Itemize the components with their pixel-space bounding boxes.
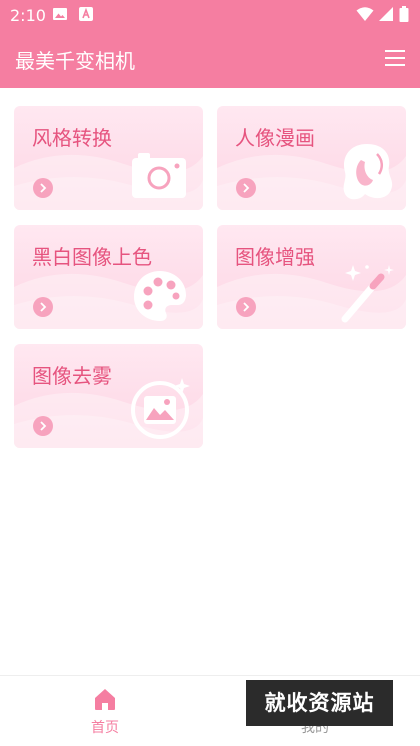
screen: 2:10 最美千变相机 风格转换 人像漫画 黑白图像上色 图像增强 图像去雾 首… <box>0 0 420 746</box>
card-label: 人像漫画 <box>235 126 315 150</box>
card-portrait-comic[interactable]: 人像漫画 <box>217 106 406 210</box>
wifi-icon <box>356 6 374 22</box>
chevron-right-icon <box>40 421 47 431</box>
watermark: 就收资源站 <box>246 680 393 726</box>
portrait-hair-icon <box>343 144 393 200</box>
card-arrow-button[interactable] <box>33 178 53 198</box>
chevron-right-icon <box>243 183 250 193</box>
nav-home-label: 首页 <box>91 720 119 736</box>
card-style-transfer[interactable]: 风格转换 <box>14 106 203 210</box>
hamburger-menu-icon <box>385 50 405 66</box>
signal-icon <box>378 6 394 22</box>
card-arrow-button[interactable] <box>236 297 256 317</box>
status-time: 2:10 <box>10 6 46 25</box>
card-dehaze[interactable]: 图像去雾 <box>14 344 203 448</box>
card-label: 风格转换 <box>32 126 112 150</box>
card-label: 图像去雾 <box>32 364 112 388</box>
magic-wand-icon <box>341 265 394 323</box>
card-colorize[interactable]: 黑白图像上色 <box>14 225 203 329</box>
status-bar: 2:10 <box>0 0 420 30</box>
card-arrow-button[interactable] <box>33 416 53 436</box>
app-title: 最美千变相机 <box>15 49 135 73</box>
nav-home[interactable]: 首页 <box>55 676 155 746</box>
chevron-right-icon <box>40 183 47 193</box>
battery-icon <box>398 6 410 22</box>
landscape-image-icon <box>131 378 190 439</box>
home-icon <box>95 689 115 710</box>
card-label: 黑白图像上色 <box>32 245 152 269</box>
card-arrow-button[interactable] <box>33 297 53 317</box>
camera-icon <box>132 153 186 198</box>
card-enhance[interactable]: 图像增强 <box>217 225 406 329</box>
image-icon <box>52 6 68 22</box>
menu-button[interactable] <box>382 44 410 72</box>
app-bar: 最美千变相机 <box>0 30 420 88</box>
chevron-right-icon <box>40 302 47 312</box>
font-a-icon <box>78 6 94 22</box>
palette-icon <box>134 271 186 321</box>
card-label: 图像增强 <box>235 245 315 269</box>
chevron-right-icon <box>243 302 250 312</box>
card-arrow-button[interactable] <box>236 178 256 198</box>
